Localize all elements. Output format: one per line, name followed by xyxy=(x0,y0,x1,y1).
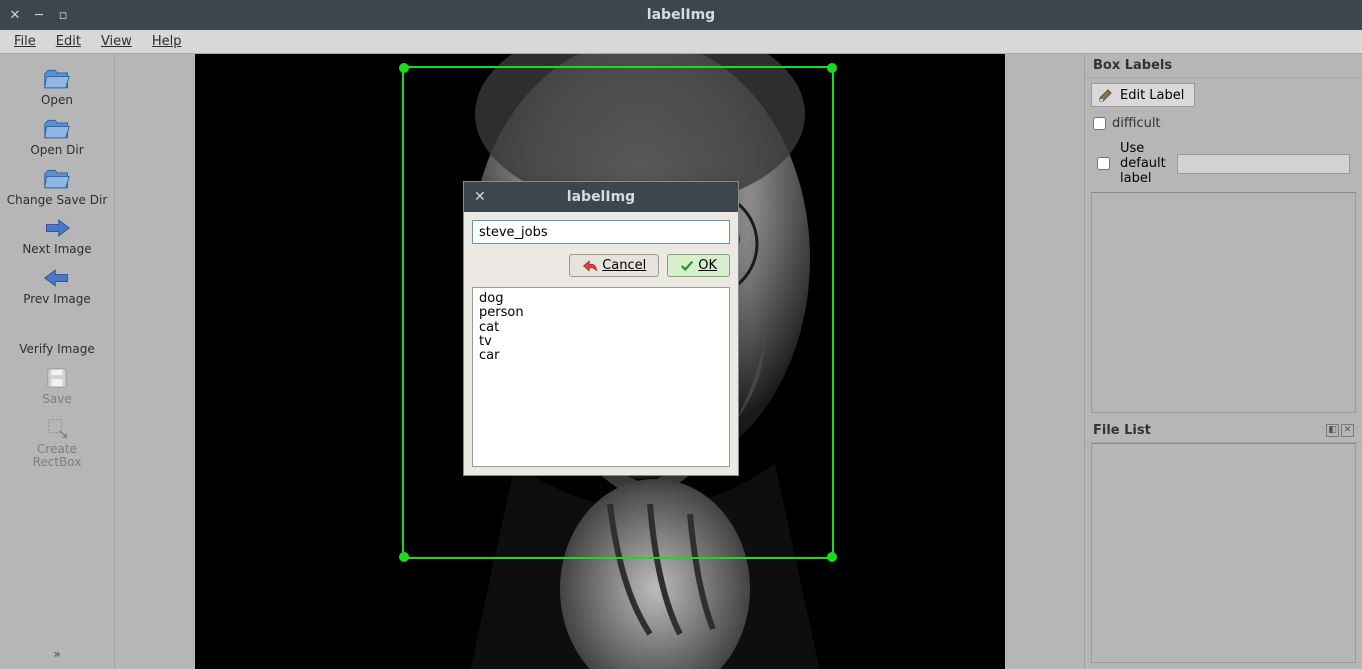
canvas-area[interactable]: ✕ labelImg Cancel OK dogpersoncattvcar xyxy=(115,54,1084,669)
verify-image-button[interactable]: Verify Image xyxy=(2,311,112,361)
bbox-handle-br[interactable] xyxy=(827,552,837,562)
label-option[interactable]: car xyxy=(479,349,723,363)
window-close-icon[interactable]: ✕ xyxy=(8,8,22,22)
toolbar-overflow-icon[interactable]: » xyxy=(53,647,60,661)
ok-button[interactable]: OK xyxy=(667,254,730,277)
rect-icon xyxy=(43,417,71,439)
label-dialog: ✕ labelImg Cancel OK dogpersoncattvcar xyxy=(463,181,739,476)
menu-edit[interactable]: Edit xyxy=(46,32,91,51)
default-label-input[interactable] xyxy=(1177,154,1350,174)
prev-image-button[interactable]: Prev Image xyxy=(2,261,112,311)
open-button[interactable]: Open xyxy=(2,62,112,112)
file-list[interactable] xyxy=(1091,443,1356,664)
save-floppy-icon xyxy=(43,367,71,389)
file-list-close-icon[interactable]: ✕ xyxy=(1341,424,1354,437)
dialog-close-icon[interactable]: ✕ xyxy=(464,189,496,205)
window-title: labelImg xyxy=(0,7,1362,23)
undo-arrow-icon xyxy=(582,259,598,273)
folder-save-icon xyxy=(43,168,71,190)
next-image-button[interactable]: Next Image xyxy=(2,211,112,261)
arrow-left-icon xyxy=(43,267,71,289)
label-option[interactable]: dog xyxy=(479,292,723,306)
left-toolbar: Open Open Dir Change Save Dir Next Image… xyxy=(0,54,115,669)
create-rectbox-label: Create RectBox xyxy=(33,443,82,471)
window-titlebar: ✕ ─ ▫ labelImg xyxy=(0,0,1362,30)
change-save-dir-button[interactable]: Change Save Dir xyxy=(2,162,112,212)
right-panel: Box Labels Edit Label difficult Use defa… xyxy=(1084,54,1362,669)
create-rectbox-button[interactable]: Create RectBox xyxy=(2,411,112,475)
dialog-titlebar[interactable]: ✕ labelImg xyxy=(464,182,738,212)
window-minimize-icon[interactable]: ─ xyxy=(32,8,46,22)
check-icon xyxy=(680,259,694,273)
menu-view[interactable]: View xyxy=(91,32,142,51)
label-option[interactable]: tv xyxy=(479,335,723,349)
label-option[interactable]: person xyxy=(479,306,723,320)
open-dir-button[interactable]: Open Dir xyxy=(2,112,112,162)
label-option[interactable]: cat xyxy=(479,321,723,335)
box-labels-header: Box Labels xyxy=(1085,54,1362,78)
bbox-handle-tl[interactable] xyxy=(399,63,409,73)
file-list-float-icon[interactable]: ◧ xyxy=(1326,424,1339,437)
label-suggestions-list[interactable]: dogpersoncattvcar xyxy=(472,287,730,467)
menu-help[interactable]: Help xyxy=(142,32,192,51)
folder-open-dir-icon xyxy=(43,118,71,140)
arrow-right-icon xyxy=(43,217,71,239)
menu-bar: File Edit View Help xyxy=(0,30,1362,54)
use-default-label-text: Use default label xyxy=(1120,141,1167,186)
save-button[interactable]: Save xyxy=(2,361,112,411)
edit-label-button[interactable]: Edit Label xyxy=(1091,83,1195,107)
bbox-handle-tr[interactable] xyxy=(827,63,837,73)
file-list-header: File List ◧ ✕ xyxy=(1085,419,1362,443)
use-default-label-checkbox[interactable] xyxy=(1097,157,1110,170)
cancel-button[interactable]: Cancel xyxy=(569,254,659,277)
folder-open-icon xyxy=(43,68,71,90)
difficult-label: difficult xyxy=(1112,116,1161,131)
file-list-title: File List xyxy=(1093,423,1151,438)
label-input[interactable] xyxy=(472,220,730,244)
box-labels-list[interactable] xyxy=(1091,192,1356,413)
dialog-title: labelImg xyxy=(464,189,738,205)
menu-file[interactable]: File xyxy=(4,32,46,51)
difficult-checkbox[interactable] xyxy=(1093,117,1106,130)
window-maximize-icon[interactable]: ▫ xyxy=(56,8,70,22)
verify-icon xyxy=(43,317,71,339)
bbox-handle-bl[interactable] xyxy=(399,552,409,562)
pencil-icon xyxy=(1098,87,1114,103)
